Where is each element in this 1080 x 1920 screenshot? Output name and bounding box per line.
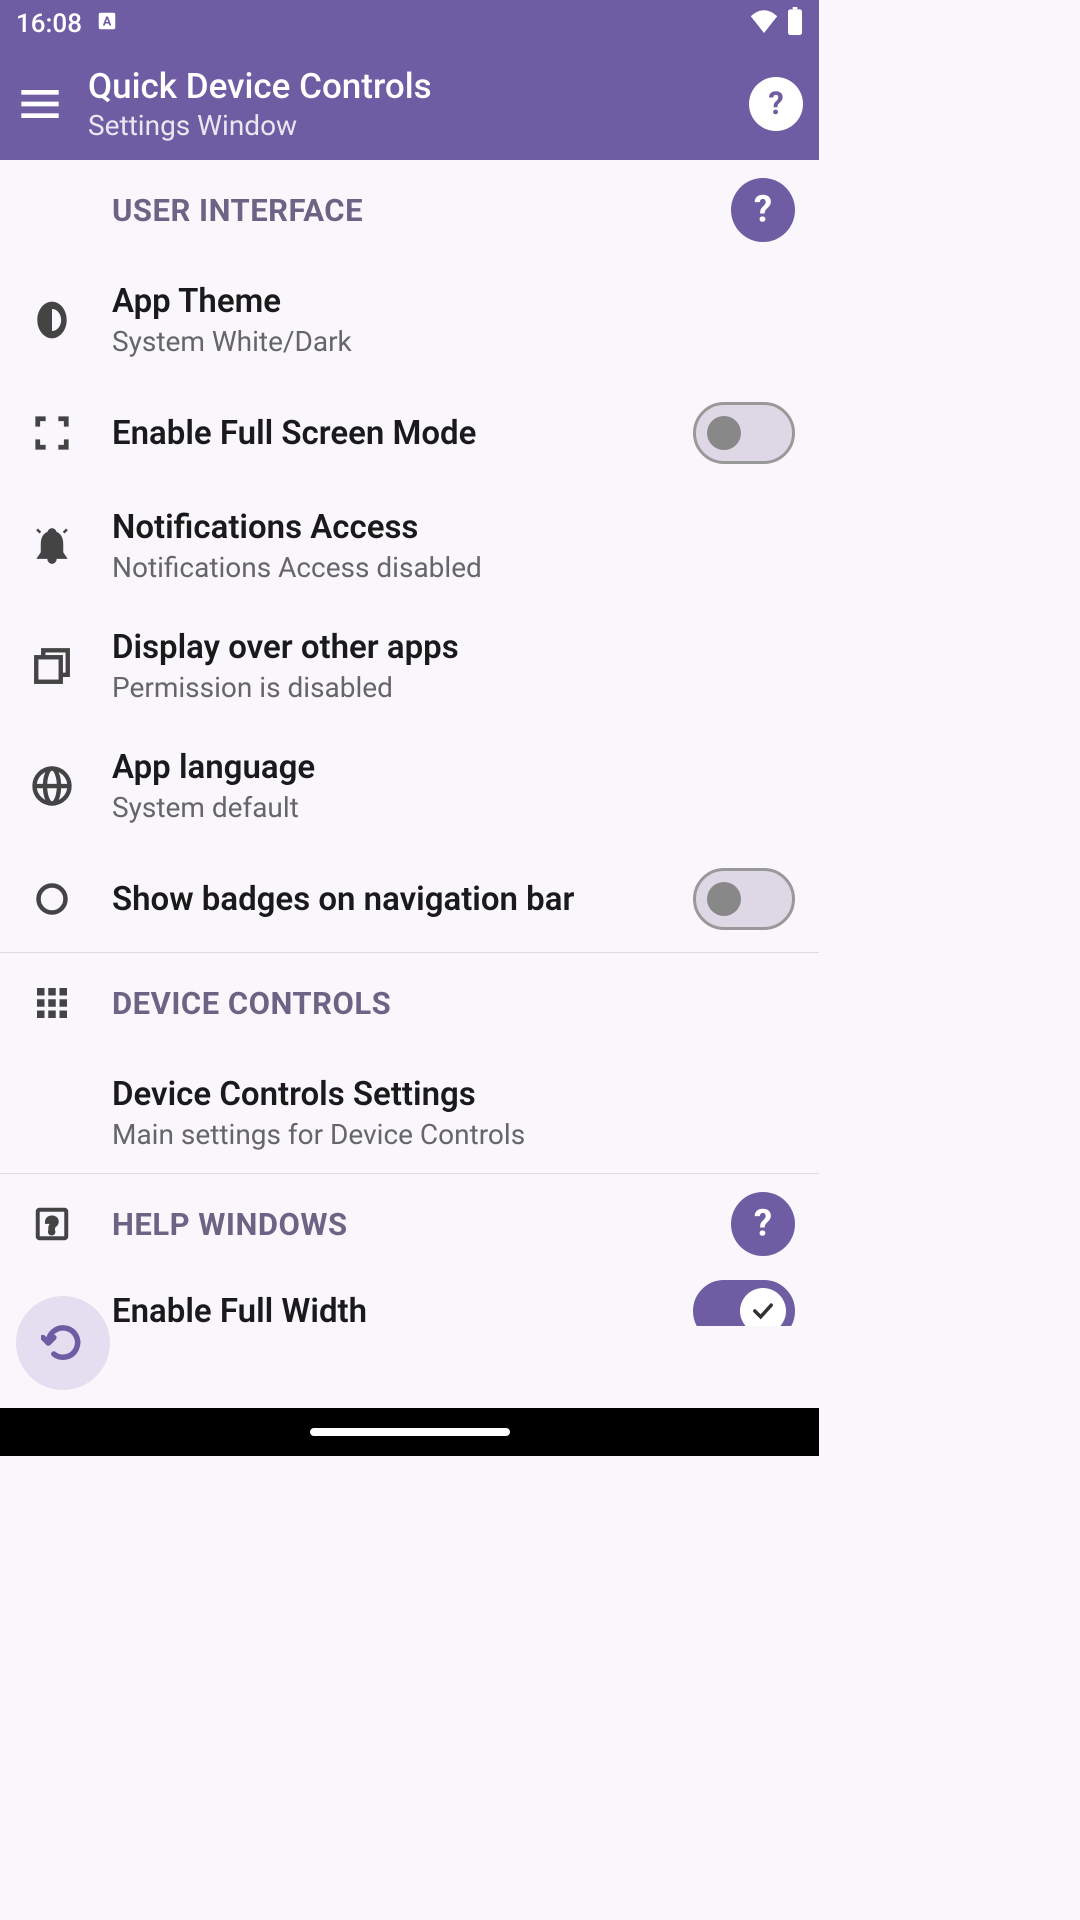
badges-toggle[interactable] — [693, 868, 795, 930]
fullscreen-icon — [24, 405, 80, 461]
setting-title: Enable Full Screen Mode — [112, 414, 661, 453]
section-header-help-windows: ? HELP WINDOWS ? — [0, 1174, 819, 1274]
globe-icon — [24, 758, 80, 814]
setting-subtitle: System White/Dark — [112, 325, 795, 358]
overlay-icon — [24, 638, 80, 694]
status-right — [749, 7, 803, 42]
app-bar-titles: Quick Device Controls Settings Window — [88, 66, 725, 142]
battery-icon — [787, 7, 803, 42]
setting-full-width[interactable]: Enable Full Width — [0, 1274, 819, 1326]
wifi-icon — [749, 9, 779, 40]
content-scroll[interactable]: USER INTERFACE ? App Theme System White/… — [0, 160, 819, 1408]
section-title: HELP WINDOWS — [112, 1206, 699, 1243]
setting-title: App Theme — [112, 282, 795, 321]
section-help-button[interactable]: ? — [731, 178, 795, 242]
setting-title: Notifications Access — [112, 508, 795, 547]
theme-icon — [24, 292, 80, 348]
setting-subtitle: System default — [112, 791, 795, 824]
grid-icon — [24, 975, 80, 1031]
status-bar: 16:08 A — [0, 0, 819, 48]
help-button[interactable]: ? — [749, 77, 803, 131]
app-indicator-icon: A — [96, 9, 118, 39]
svg-text:?: ? — [754, 1204, 772, 1244]
svg-text:?: ? — [754, 190, 772, 230]
circle-icon — [24, 871, 80, 927]
restore-fab[interactable] — [16, 1296, 110, 1390]
section-help-button[interactable]: ? — [731, 1192, 795, 1256]
check-icon — [749, 1297, 777, 1325]
help-icon: ? — [743, 1204, 783, 1244]
app-bar: Quick Device Controls Settings Window ? — [0, 48, 819, 160]
help-icon: ? — [743, 190, 783, 230]
fullscreen-toggle[interactable] — [693, 402, 795, 464]
section-header-user-interface: USER INTERFACE ? — [0, 160, 819, 260]
setting-language[interactable]: App language System default — [0, 726, 819, 846]
setting-notifications[interactable]: Notifications Access Notifications Acces… — [0, 486, 819, 606]
section-title: DEVICE CONTROLS — [112, 985, 699, 1022]
setting-subtitle: Main settings for Device Controls — [112, 1118, 795, 1151]
setting-device-controls[interactable]: Device Controls Settings Main settings f… — [0, 1053, 819, 1173]
setting-title: Enable Full Width — [112, 1292, 661, 1327]
svg-text:A: A — [103, 15, 112, 30]
app-subtitle: Settings Window — [88, 109, 725, 142]
nav-pill[interactable] — [310, 1428, 510, 1436]
svg-text:?: ? — [768, 87, 784, 121]
help-icon: ? — [759, 87, 793, 121]
section-header-device-controls: DEVICE CONTROLS — [0, 953, 819, 1053]
setting-title: Display over other apps — [112, 628, 795, 667]
status-left: 16:08 A — [16, 9, 118, 39]
section-title: USER INTERFACE — [112, 192, 699, 229]
hamburger-icon — [21, 90, 59, 118]
svg-text:?: ? — [46, 1214, 57, 1240]
setting-title: App language — [112, 748, 795, 787]
setting-title: Device Controls Settings — [112, 1075, 795, 1114]
app-title: Quick Device Controls — [88, 66, 725, 107]
restore-icon — [41, 1321, 85, 1365]
nav-bar — [0, 1408, 819, 1456]
setting-fullscreen[interactable]: Enable Full Screen Mode — [0, 380, 819, 486]
setting-display-over[interactable]: Display over other apps Permission is di… — [0, 606, 819, 726]
setting-title: Show badges on navigation bar — [112, 880, 661, 919]
setting-subtitle: Permission is disabled — [112, 671, 795, 704]
setting-subtitle: Notifications Access disabled — [112, 551, 795, 584]
help-window-icon: ? — [24, 1196, 80, 1252]
status-time: 16:08 — [16, 9, 82, 39]
full-width-toggle[interactable] — [693, 1280, 795, 1326]
setting-app-theme[interactable]: App Theme System White/Dark — [0, 260, 819, 380]
bell-icon — [24, 518, 80, 574]
setting-badges[interactable]: Show badges on navigation bar — [0, 846, 819, 952]
menu-button[interactable] — [16, 80, 64, 128]
